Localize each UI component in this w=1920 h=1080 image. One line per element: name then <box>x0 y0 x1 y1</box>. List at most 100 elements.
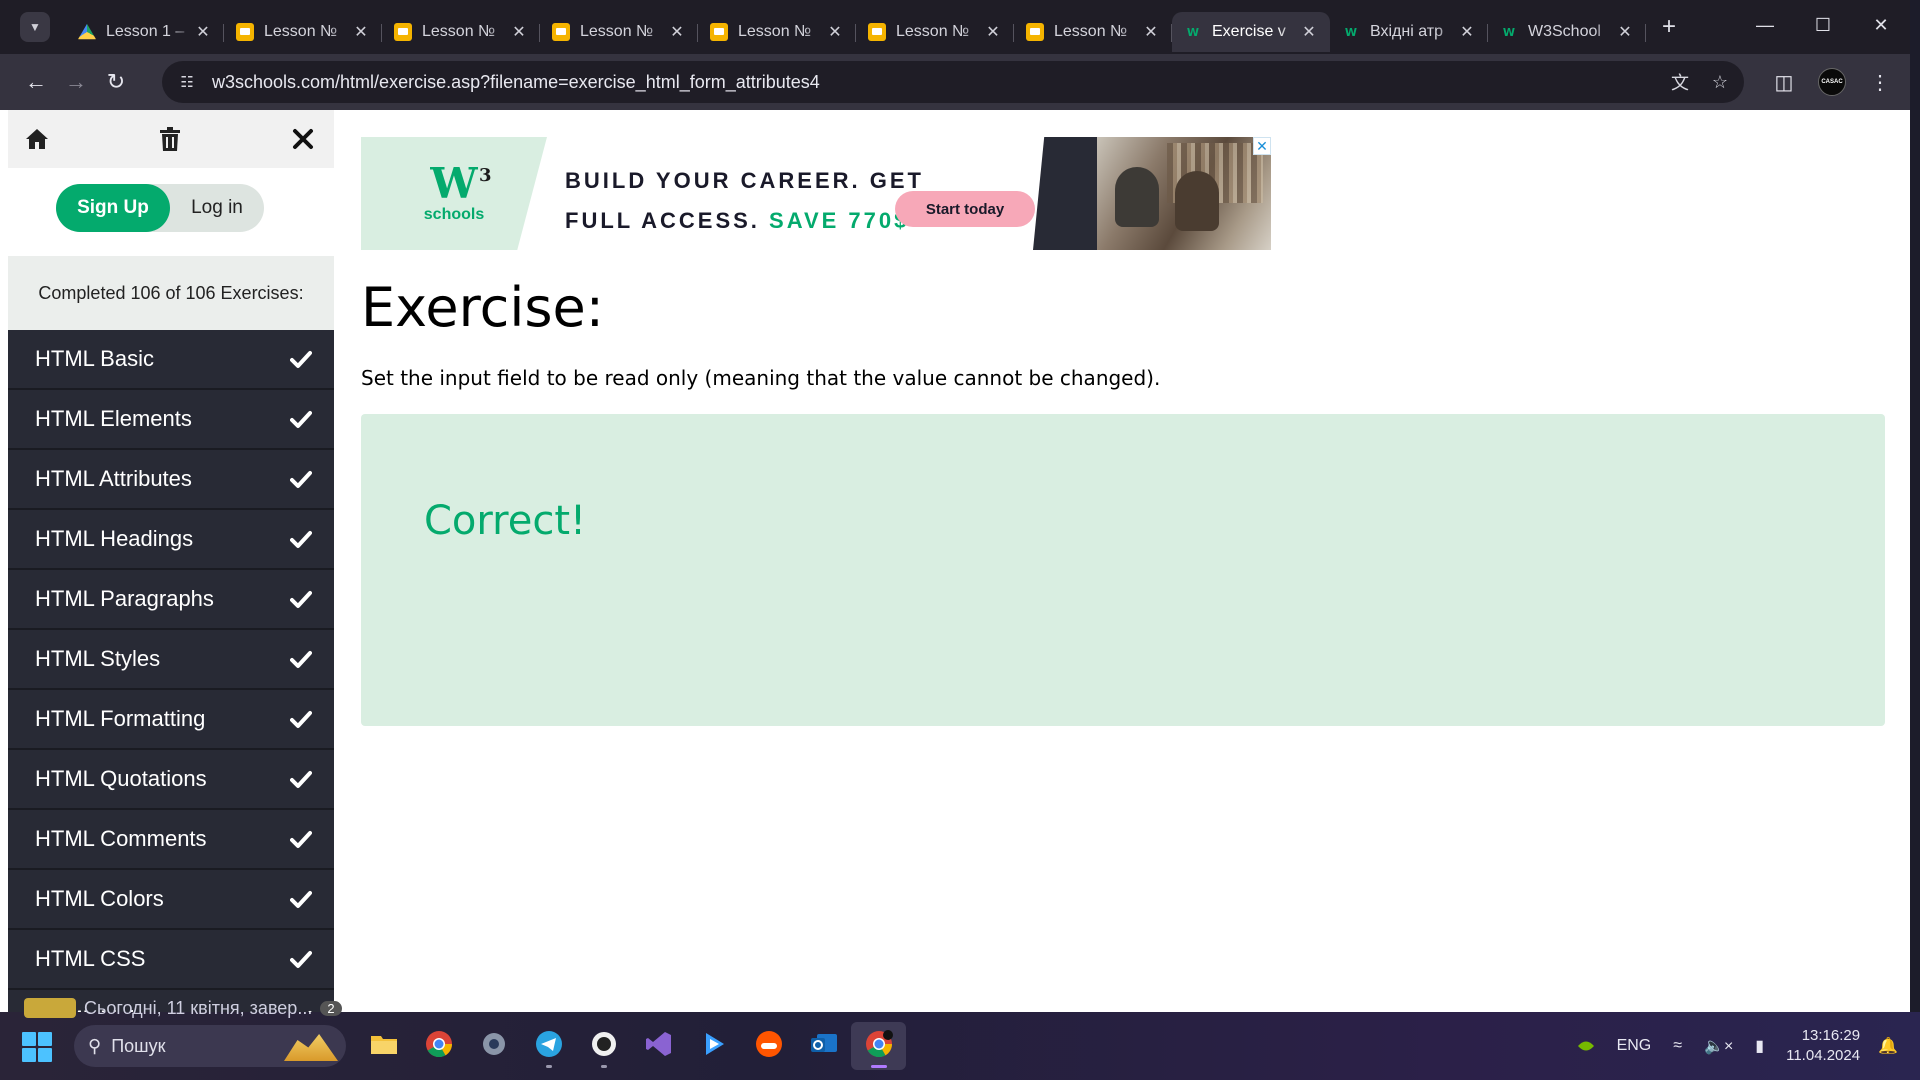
notifications-bell-icon[interactable]: 🔔 <box>1878 1036 1898 1056</box>
exercise-menu-item[interactable]: HTML Headings <box>8 510 334 570</box>
taskbar-app-settings[interactable] <box>466 1022 521 1070</box>
start-today-button[interactable]: Start today <box>895 191 1035 227</box>
tab-close-icon[interactable]: ✕ <box>984 22 1002 42</box>
forward-button[interactable]: → <box>56 62 96 102</box>
taskbar-clock[interactable]: 13:16:29 11.04.2024 <box>1786 1026 1860 1066</box>
running-indicator <box>870 1065 887 1068</box>
search-highlight-graphic <box>284 1034 338 1061</box>
reload-button[interactable]: ↻ <box>96 62 136 102</box>
browser-tab[interactable]: Lesson № ✕ <box>540 12 698 52</box>
github-desktop-icon <box>590 1030 618 1063</box>
taskbar-app-telegram[interactable] <box>521 1022 576 1070</box>
exercise-menu-item[interactable]: HTML Styles <box>8 630 334 690</box>
taskbar-search[interactable]: ⚲ Пошук <box>74 1025 346 1067</box>
taskbar-app-visual-studio[interactable] <box>631 1022 686 1070</box>
arrow-left-icon: ← <box>25 69 47 94</box>
nvidia-icon[interactable] <box>1577 1039 1595 1053</box>
battery-icon[interactable]: ▮ <box>1755 1036 1764 1056</box>
tab-close-icon[interactable]: ✕ <box>1616 22 1634 42</box>
google-slides-icon <box>236 23 254 41</box>
taskbar-app-github-desktop[interactable] <box>576 1022 631 1070</box>
exercise-menu-item[interactable]: HTML CSS <box>8 930 334 990</box>
tab-search-button[interactable]: ▼ <box>20 12 50 42</box>
tab-close-icon[interactable]: ✕ <box>1142 22 1160 42</box>
browser-tab[interactable]: W Вхідні атр ✕ <box>1330 12 1488 52</box>
ad-line-2: FULL ACCESS. SAVE 770$ <box>565 201 924 241</box>
browser-tab[interactable]: W W3School ✕ <box>1488 12 1646 52</box>
new-tab-button[interactable]: + <box>1654 12 1684 42</box>
minimize-button[interactable]: — <box>1736 0 1794 50</box>
wifi-icon[interactable]: ≈ <box>1673 1037 1682 1055</box>
address-bar[interactable]: ☷ w3schools.com/html/exercise.asp?filena… <box>162 61 1744 103</box>
taskbar-app-app-store[interactable] <box>686 1022 741 1070</box>
taskbar-app-chrome-profile[interactable] <box>851 1022 906 1070</box>
browser-tab[interactable]: Lesson № ✕ <box>1014 12 1172 52</box>
menu-item-label: HTML Quotations <box>35 766 207 791</box>
checkmark-icon <box>290 951 312 968</box>
translate-icon[interactable]: 文 <box>1664 66 1696 98</box>
url-text[interactable]: w3schools.com/html/exercise.asp?filename… <box>212 72 820 93</box>
site-info-icon[interactable]: ☷ <box>174 69 200 95</box>
log-in-button[interactable]: Log in <box>170 197 264 219</box>
tab-close-icon[interactable]: ✕ <box>1458 22 1476 42</box>
exercise-menu-item[interactable]: HTML Elements <box>8 390 334 450</box>
language-indicator[interactable]: ENG <box>1617 1037 1652 1055</box>
w3schools-icon: W <box>1186 25 1200 39</box>
close-window-button[interactable]: ✕ <box>1852 0 1910 50</box>
tab-close-icon[interactable]: ✕ <box>1300 22 1318 42</box>
w3schools-logo: W3 schools <box>361 137 547 250</box>
volume-muted-icon[interactable]: 🔈× <box>1704 1036 1733 1056</box>
windows-start-icon[interactable] <box>22 1032 52 1062</box>
taskbar-app-chrome[interactable] <box>411 1022 466 1070</box>
google-slides-icon <box>710 23 728 41</box>
browser-tab[interactable]: Lesson № ✕ <box>856 12 1014 52</box>
notification-peek[interactable]: Сьогодні, 11 квітня, завер... 2 <box>24 998 342 1018</box>
tab-close-icon[interactable]: ✕ <box>352 22 370 42</box>
google-slides-icon <box>868 23 886 41</box>
exercise-menu-item[interactable]: HTML Attributes <box>8 450 334 510</box>
ad-close-icon[interactable]: ✕ <box>1253 137 1271 155</box>
tab-label: W3School <box>1528 23 1601 40</box>
sign-up-button[interactable]: Sign Up <box>56 184 170 232</box>
exercise-menu-item[interactable]: HTML Quotations <box>8 750 334 810</box>
browser-tab[interactable]: W Exercise v ✕ <box>1172 12 1330 52</box>
tab-label: Lesson № <box>1054 23 1128 40</box>
browser-window: ▼ Lesson 1 – ✕ Lesson № ✕ Lesson № ✕ Lesson № ✕… <box>0 0 1910 1012</box>
profile-button[interactable]: CASAC <box>1812 62 1852 102</box>
tab-close-icon[interactable]: ✕ <box>668 22 686 42</box>
exercise-menu: HTML Basic HTML Elements HTML Attributes HT… <box>8 330 334 1012</box>
ad-banner[interactable]: W3 schools BUILD YOUR CAREER. GET FULL A… <box>361 137 1271 250</box>
taskbar-app-file-explorer[interactable] <box>356 1022 411 1070</box>
window-controls: — ☐ ✕ <box>1736 0 1910 50</box>
notification-count-badge: 2 <box>320 1000 342 1016</box>
bookmark-star-icon[interactable]: ☆ <box>1704 66 1736 98</box>
exercise-menu-item[interactable]: HTML Paragraphs <box>8 570 334 630</box>
trash-icon[interactable] <box>153 122 187 156</box>
taskbar-app-soundcloud[interactable] <box>741 1022 796 1070</box>
side-panel-icon[interactable]: ◫ <box>1764 62 1804 102</box>
taskbar-app-outlook-new[interactable] <box>796 1022 851 1070</box>
exercise-menu-item[interactable]: HTML Formatting <box>8 690 334 750</box>
exercise-menu-item[interactable]: HTML Colors <box>8 870 334 930</box>
menu-item-label: HTML Attributes <box>35 466 192 491</box>
menu-kebab-icon[interactable]: ⋮ <box>1860 62 1900 102</box>
browser-tab[interactable]: Lesson № ✕ <box>698 12 856 52</box>
back-button[interactable]: ← <box>16 62 56 102</box>
google-slides-icon <box>552 23 570 41</box>
soundcloud-icon <box>755 1030 783 1063</box>
browser-tab[interactable]: Lesson № ✕ <box>224 12 382 52</box>
browser-tab[interactable]: Lesson 1 – ✕ <box>66 12 224 52</box>
browser-tab[interactable]: Lesson № ✕ <box>382 12 540 52</box>
home-icon[interactable] <box>20 122 54 156</box>
exercise-menu-item[interactable]: HTML Basic <box>8 330 334 390</box>
tab-close-icon[interactable]: ✕ <box>510 22 528 42</box>
exercise-menu-item[interactable]: HTML Comments <box>8 810 334 870</box>
maximize-button[interactable]: ☐ <box>1794 0 1852 50</box>
google-drive-icon <box>78 23 96 40</box>
tab-close-icon[interactable]: ✕ <box>194 22 212 42</box>
menu-item-label: HTML Formatting <box>35 706 206 731</box>
close-icon[interactable] <box>286 122 320 156</box>
tab-close-icon[interactable]: ✕ <box>826 22 844 42</box>
w3schools-icon: W <box>1502 25 1516 39</box>
result-panel: Correct! <box>361 414 1885 726</box>
